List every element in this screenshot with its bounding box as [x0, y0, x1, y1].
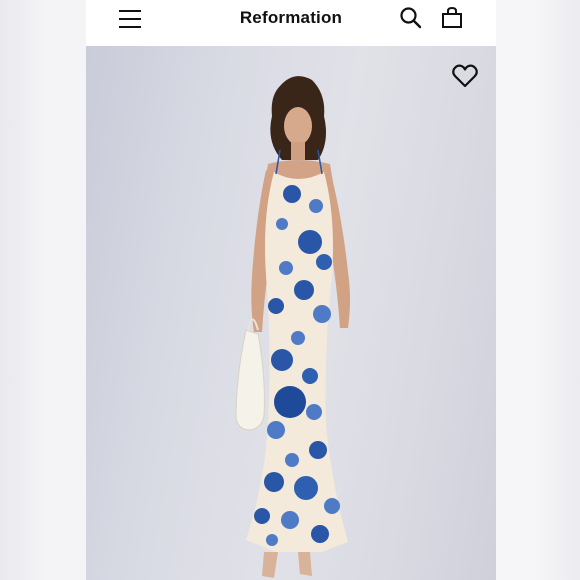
model-right-foot: [298, 552, 312, 576]
search-icon[interactable]: [398, 5, 424, 31]
model-neck: [291, 142, 305, 160]
model-face: [284, 107, 312, 145]
brand-logo[interactable]: Reformation: [86, 8, 496, 28]
white-handbag: [235, 329, 265, 431]
model-left-foot: [262, 552, 278, 578]
shopping-bag-icon[interactable]: [439, 5, 465, 31]
product-screen: Reformation: [86, 0, 496, 580]
top-navigation-bar: Reformation: [86, 0, 496, 46]
heart-outline-icon[interactable]: [451, 62, 479, 90]
product-photo-model: [235, 76, 350, 578]
